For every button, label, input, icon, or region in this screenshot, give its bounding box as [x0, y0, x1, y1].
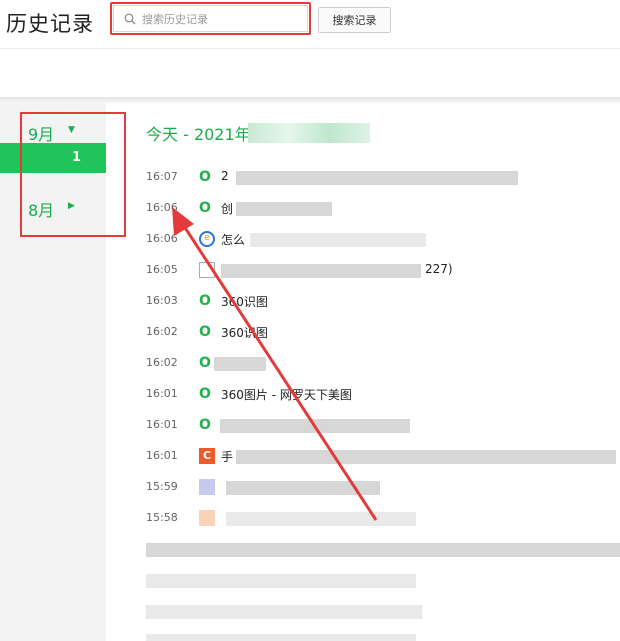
redacted-text	[214, 357, 266, 371]
day-label: 1	[72, 150, 82, 165]
toolbar-area	[0, 48, 620, 99]
history-row[interactable]	[140, 535, 620, 565]
history-page: 历史记录 搜索记录 9月 ▼ 1 8月 ▶ 今天 - 2021年 16:	[0, 0, 620, 641]
visit-time: 16:06	[146, 232, 178, 245]
header-bar: 历史记录 搜索记录	[0, 0, 620, 44]
sidebar-month-sep[interactable]: 9月 ▼	[0, 116, 106, 146]
document-icon	[199, 262, 215, 278]
history-title[interactable]: 360识图	[221, 293, 268, 310]
history-row[interactable]: 16:01 O 360图片 - 网罗天下美图	[140, 380, 620, 410]
history-title[interactable]: 创	[221, 200, 233, 217]
history-title[interactable]: 2	[221, 169, 229, 183]
redacted-text	[226, 512, 416, 526]
redacted-text	[146, 634, 416, 641]
visit-time: 16:02	[146, 325, 178, 338]
360-search-icon: O	[199, 169, 211, 185]
month-sidebar: 9月 ▼ 1 8月 ▶	[0, 103, 106, 641]
visit-time: 16:05	[146, 263, 178, 276]
history-row[interactable]: 16:02 O	[140, 349, 620, 379]
redacted-text	[221, 264, 421, 278]
visit-time: 16:01	[146, 387, 178, 400]
history-row[interactable]: 16:01 C 手	[140, 442, 620, 472]
page-title: 历史记录	[6, 12, 94, 36]
ie-browser-icon: e	[199, 231, 215, 247]
blurred-site-icon	[199, 479, 215, 495]
360-search-icon: O	[199, 200, 211, 216]
visit-time: 15:58	[146, 511, 178, 524]
history-title[interactable]: 360图片 - 网罗天下美图	[221, 386, 352, 403]
redacted-text	[146, 574, 416, 588]
redacted-text	[236, 171, 518, 185]
redacted-text	[236, 202, 332, 216]
redacted-text	[146, 605, 422, 619]
c-site-icon: C	[199, 448, 215, 464]
history-row[interactable]: 16:03 O 360识图	[140, 287, 620, 317]
visit-time: 16:01	[146, 418, 178, 431]
visit-time: 15:59	[146, 480, 178, 493]
redacted-text	[250, 233, 426, 247]
history-row[interactable]: 16:06 e 怎么	[140, 225, 620, 255]
history-row[interactable]: 16:02 O 360识图	[140, 318, 620, 348]
redacted-text	[236, 450, 616, 464]
month-label: 9月	[28, 125, 55, 144]
history-row[interactable]: 16:07 O 2	[140, 163, 620, 193]
visit-time: 16:06	[146, 201, 178, 214]
sidebar-day-selected[interactable]: 1	[0, 143, 106, 173]
chevron-right-icon: ▶	[68, 201, 75, 211]
360-search-icon: O	[199, 293, 211, 309]
date-heading: 今天 - 2021年	[146, 125, 251, 144]
search-history-button[interactable]: 搜索记录	[318, 7, 391, 33]
redacted-text	[226, 481, 380, 495]
redacted-date	[248, 123, 370, 143]
visit-time: 16:03	[146, 294, 178, 307]
history-title[interactable]: 227)	[425, 262, 453, 276]
history-row[interactable]: 15:58	[140, 504, 620, 534]
360-search-icon: O	[199, 324, 211, 340]
visit-time: 16:01	[146, 449, 178, 462]
history-row[interactable]: 15:59	[140, 473, 620, 503]
history-title[interactable]: 360识图	[221, 324, 268, 341]
history-row[interactable]: 16:01 O	[140, 411, 620, 441]
history-title[interactable]: 手	[221, 448, 233, 465]
history-row[interactable]	[140, 566, 620, 596]
history-title[interactable]: 怎么	[221, 231, 245, 248]
search-box[interactable]	[113, 5, 308, 32]
history-row[interactable]	[140, 626, 620, 641]
redacted-text	[220, 419, 410, 433]
chevron-down-icon: ▼	[68, 125, 75, 135]
visit-time: 16:07	[146, 170, 178, 183]
search-icon	[124, 13, 136, 25]
360-search-icon: O	[199, 355, 211, 371]
blurred-site-icon	[199, 510, 215, 526]
search-input[interactable]	[142, 9, 302, 29]
month-label: 8月	[28, 201, 55, 220]
history-row[interactable]: 16:06 O 创	[140, 194, 620, 224]
visit-time: 16:02	[146, 356, 178, 369]
redacted-text	[146, 543, 620, 557]
360-search-icon: O	[199, 417, 211, 433]
history-row[interactable]	[140, 597, 620, 627]
sidebar-month-aug[interactable]: 8月 ▶	[0, 192, 106, 222]
360-search-icon: O	[199, 386, 211, 402]
history-row[interactable]: 16:05 227)	[140, 256, 620, 286]
